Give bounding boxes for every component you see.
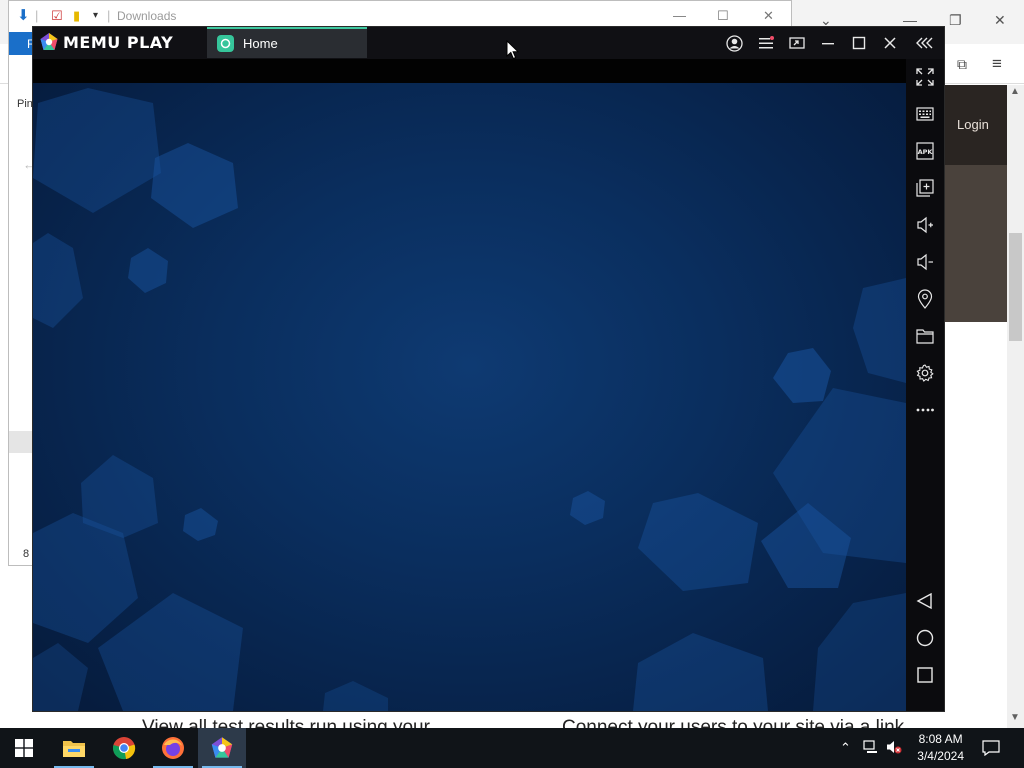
multi-instance-icon[interactable] bbox=[913, 176, 937, 200]
account-icon[interactable] bbox=[723, 33, 745, 53]
item-count: 8 bbox=[23, 548, 30, 560]
clock-date: 3/4/2024 bbox=[917, 749, 964, 763]
pentagon-wallpaper bbox=[33, 88, 906, 711]
memu-logo: MEMU PLAY bbox=[39, 32, 173, 52]
menu-icon[interactable] bbox=[755, 33, 777, 53]
site-hero bbox=[944, 165, 1007, 322]
system-clock[interactable]: 8:08 AM 3/4/2024 bbox=[917, 731, 964, 765]
explorer-title: Downloads bbox=[117, 9, 177, 23]
show-hidden-icons-icon[interactable]: ⌃ bbox=[840, 740, 851, 756]
footer-text-right: Connect your users to your site via a li… bbox=[562, 717, 905, 728]
screen-cast-icon[interactable] bbox=[786, 33, 808, 53]
tab-home[interactable]: Home bbox=[207, 27, 367, 58]
footer-text-left: View all test results run using your bbox=[142, 717, 430, 728]
start-icon[interactable] bbox=[0, 728, 48, 768]
close-icon[interactable] bbox=[879, 33, 901, 53]
explorer-close-icon[interactable]: ✕ bbox=[763, 8, 774, 24]
memu-icon[interactable] bbox=[198, 728, 246, 768]
back-icon[interactable] bbox=[913, 589, 937, 613]
maximize-icon[interactable] bbox=[848, 33, 870, 53]
keyboard-icon[interactable] bbox=[913, 102, 937, 126]
pin-to-quick-access[interactable]: Pin bbox=[17, 98, 33, 110]
clock-time: 8:08 AM bbox=[918, 732, 963, 746]
more-icon[interactable] bbox=[913, 398, 937, 422]
file-explorer-icon[interactable] bbox=[50, 728, 98, 768]
browser-close-icon[interactable]: ✕ bbox=[994, 12, 1006, 29]
folder-icon[interactable] bbox=[913, 324, 937, 348]
memu-emulator-window: MEMU PLAY Home APK bbox=[32, 26, 945, 712]
page-scrollbar[interactable] bbox=[1007, 85, 1024, 728]
new-folder-icon[interactable]: ▮ bbox=[73, 8, 80, 24]
tab-home-label: Home bbox=[243, 36, 278, 51]
android-home-screen[interactable] bbox=[33, 83, 906, 711]
scroll-down-icon[interactable]: ▼ bbox=[1010, 712, 1020, 723]
recents-icon[interactable] bbox=[913, 663, 937, 687]
notifications-icon[interactable] bbox=[968, 728, 1014, 768]
download-arrow-icon: ⬇ bbox=[17, 7, 30, 24]
firefox-icon[interactable] bbox=[149, 728, 197, 768]
network-icon[interactable] bbox=[863, 740, 879, 757]
browser-menu-icon[interactable]: ≡ bbox=[992, 54, 1002, 74]
scroll-up-icon[interactable]: ▲ bbox=[1010, 86, 1020, 97]
minimize-icon[interactable] bbox=[817, 33, 839, 53]
login-link[interactable]: Login bbox=[957, 117, 989, 132]
apk-icon[interactable]: APK bbox=[913, 139, 937, 163]
fullscreen-icon[interactable] bbox=[913, 65, 937, 89]
scrollbar-thumb[interactable] bbox=[1009, 233, 1022, 341]
windows-taskbar: ⌃ 8:08 AM 3/4/2024 bbox=[0, 728, 1024, 768]
volume-muted-icon[interactable] bbox=[886, 740, 902, 757]
collapse-sidebar-icon[interactable] bbox=[914, 33, 936, 53]
settings-icon[interactable] bbox=[913, 361, 937, 385]
browser-restore-icon[interactable]: ❐ bbox=[949, 12, 962, 29]
apk-label: APK bbox=[918, 148, 934, 156]
mouse-cursor-icon bbox=[506, 40, 520, 60]
memu-titlebar[interactable]: MEMU PLAY Home bbox=[33, 27, 944, 59]
home-icon[interactable] bbox=[913, 626, 937, 650]
memu-logo-text: MEMU PLAY bbox=[63, 32, 174, 52]
explorer-minimize-icon[interactable]: — bbox=[673, 8, 686, 23]
separator: | bbox=[35, 8, 39, 23]
volume-up-icon[interactable] bbox=[913, 213, 937, 237]
android-status-bar bbox=[33, 59, 906, 83]
location-icon[interactable] bbox=[913, 287, 937, 311]
chrome-icon[interactable] bbox=[100, 728, 148, 768]
home-tab-icon bbox=[217, 35, 234, 52]
extensions-icon[interactable]: ⧉ bbox=[957, 56, 967, 73]
volume-down-icon[interactable] bbox=[913, 250, 937, 274]
properties-icon[interactable]: ☑ bbox=[51, 8, 63, 24]
memu-sidebar: APK bbox=[906, 59, 944, 711]
explorer-maximize-icon[interactable]: ☐ bbox=[717, 8, 729, 24]
customize-toolbar-icon[interactable]: ▾ bbox=[93, 10, 98, 21]
separator: | bbox=[107, 8, 111, 23]
memu-logo-icon bbox=[40, 33, 58, 50]
